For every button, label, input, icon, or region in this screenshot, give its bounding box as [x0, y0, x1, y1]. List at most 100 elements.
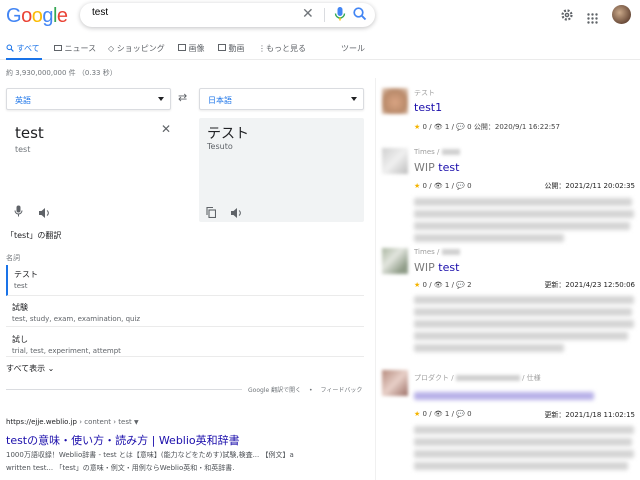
search-box[interactable]: ✕ — [80, 3, 375, 27]
open-in-translate-link[interactable]: Google 翻訳で開く — [248, 387, 301, 394]
blurred-text — [441, 249, 460, 255]
blurred-text — [441, 149, 460, 155]
source-text[interactable]: test — [15, 124, 44, 142]
article-thumbnail — [382, 148, 408, 174]
logo-letter: o — [31, 5, 43, 27]
mic-icon[interactable] — [14, 202, 23, 221]
view-count: 1 — [444, 182, 450, 190]
chevron-down-icon: ⌄ — [47, 364, 55, 373]
result-cite[interactable]: https://ejje.weblio.jp › content › test … — [6, 418, 139, 426]
tab-images[interactable]: 画像 — [178, 43, 205, 54]
comment-icon: 💬 — [456, 123, 465, 131]
eye-icon: 👁 — [433, 410, 443, 418]
swap-languages-icon[interactable]: ⇄ — [178, 91, 187, 104]
translation-row[interactable]: テスト test — [6, 265, 364, 296]
article-stats: ★ 0 / 👁 1 / 💬 0 — [414, 182, 472, 190]
comment-icon: 💬 — [456, 410, 465, 418]
show-all-label: すべて表示 — [6, 364, 46, 373]
blurred-text — [414, 462, 628, 470]
blurred-text — [414, 296, 634, 304]
tab-more[interactable]: ⋮もっと見る — [258, 43, 306, 54]
result-snippet: 1000万語収録！Weblio辞書 - test とは【意味】(能力などをためす… — [6, 451, 294, 459]
comment-count: 0 — [467, 410, 472, 418]
target-language-label: 日本語 — [208, 96, 232, 105]
result-breadcrumb: › content › test — [76, 418, 132, 426]
star-icon: ★ — [414, 410, 421, 418]
show-all-button[interactable]: すべて表示 ⌄ — [6, 363, 54, 374]
speaker-icon[interactable] — [39, 203, 51, 222]
logo-letter: g — [42, 5, 53, 27]
speaker-icon[interactable] — [231, 203, 243, 222]
article-card[interactable]: Times / WIP test ★ 0 / 👁 1 / 💬 0 公開：2021… — [376, 148, 640, 248]
category-label: Times / — [414, 148, 440, 156]
tab-tools[interactable]: ツール — [341, 43, 365, 54]
article-title: test1 — [414, 101, 443, 114]
view-count: 1 — [444, 410, 450, 418]
article-stats: ★ 0 / 👁 1 / 💬 0 — [414, 410, 472, 418]
blurred-text — [414, 222, 630, 230]
translation-row[interactable]: 試験 test, study, exam, examination, quiz — [6, 298, 364, 327]
article-title-link[interactable] — [414, 392, 594, 400]
comment-count: 0 — [467, 123, 472, 131]
article-card[interactable]: テスト test1 ★ 0 / 👁 1 / 💬 0 公開：2020/9/1 16… — [376, 88, 640, 148]
apps-grid-icon[interactable] — [587, 9, 598, 28]
tab-videos[interactable]: 動画 — [218, 43, 245, 54]
blurred-text — [414, 198, 632, 206]
star-count: 0 — [422, 182, 427, 190]
wip-label: WIP — [414, 161, 439, 174]
blurred-text — [414, 332, 628, 340]
avatar[interactable] — [612, 5, 631, 24]
image-icon — [178, 44, 186, 51]
logo-letter: e — [56, 5, 68, 27]
result-title-link[interactable]: testの意味・使い方・読み方 | Weblio英和辞書 — [6, 432, 240, 448]
tab-news[interactable]: ニュース — [54, 43, 96, 54]
separator-dot: • — [309, 387, 313, 394]
star-icon: ★ — [414, 123, 421, 131]
translation-panel: テスト Tesuto — [199, 118, 364, 222]
article-title: test — [438, 261, 460, 274]
article-date: 公開：2021/2/11 20:02:35 — [544, 182, 635, 190]
clear-text-icon[interactable]: ✕ — [161, 122, 171, 136]
copy-icon[interactable] — [206, 203, 217, 222]
article-card[interactable]: Times / WIP test ★ 0 / 👁 1 / 💬 2 更新：2021… — [376, 248, 640, 363]
article-title: test — [438, 161, 460, 174]
search-input[interactable] — [92, 7, 292, 18]
article-title-link[interactable]: WIP test — [414, 161, 459, 174]
gear-icon[interactable] — [560, 7, 574, 26]
source-language-select[interactable]: 英語 — [6, 88, 171, 110]
comment-count: 2 — [467, 281, 472, 289]
logo-letter: G — [6, 5, 22, 27]
translate-footer: Google 翻訳で開く • フィードバック — [248, 385, 362, 394]
source-text-panel[interactable]: test test ✕ — [6, 118, 189, 222]
article-title-link[interactable]: WIP test — [414, 261, 459, 274]
star-icon: ★ — [414, 281, 421, 289]
eye-icon: 👁 — [433, 182, 443, 190]
side-results-panel: テスト test1 ★ 0 / 👁 1 / 💬 0 公開：2020/9/1 16… — [375, 78, 640, 480]
article-card[interactable]: プロダクト / / 仕様 更新：2021/1/18 11:02:15 ★ 0 /… — [376, 370, 640, 480]
blurred-text — [414, 438, 632, 446]
translation-row[interactable]: 試し trial, test, experiment, attempt — [6, 330, 364, 357]
divider — [6, 389, 242, 390]
tab-label: ショッピング — [116, 44, 165, 53]
tab-label: ニュース — [64, 44, 97, 53]
tab-shopping[interactable]: ◇ ショッピング — [108, 43, 165, 54]
translated-pronunciation: Tesuto — [207, 142, 233, 151]
feedback-link[interactable]: フィードバック — [320, 387, 362, 394]
translation-synonyms: trial, test, experiment, attempt — [12, 347, 121, 355]
tab-all[interactable]: すべて — [6, 43, 40, 54]
wip-label: WIP — [414, 261, 439, 274]
result-stats: 約 3,930,000,000 件 （0.33 秒） — [6, 69, 117, 77]
clear-icon[interactable]: ✕ — [302, 6, 314, 22]
star-count: 0 — [422, 281, 427, 289]
search-tabs: すべて ニュース ◇ ショッピング 画像 動画 ⋮もっと見る ツール — [0, 40, 640, 60]
article-category: プロダクト / / 仕様 — [414, 373, 541, 383]
article-date: 更新：2021/4/23 12:50:06 — [544, 281, 635, 289]
search-icon[interactable] — [352, 6, 368, 26]
caret-down-icon[interactable]: ▼ — [134, 419, 139, 426]
google-logo[interactable]: Google — [6, 5, 68, 28]
mic-icon[interactable] — [333, 6, 347, 26]
blurred-text — [414, 320, 634, 328]
target-language-select[interactable]: 日本語 — [199, 88, 364, 110]
more-vert-icon: ⋮ — [258, 44, 266, 53]
article-title-link[interactable]: test1 — [414, 101, 442, 114]
